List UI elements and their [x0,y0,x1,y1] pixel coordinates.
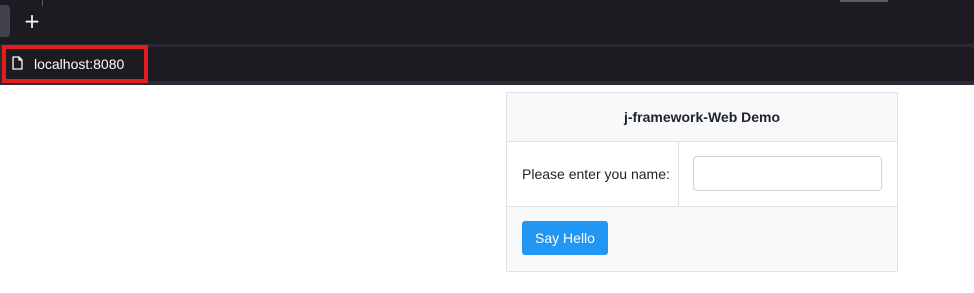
say-hello-button[interactable]: Say Hello [522,221,608,255]
name-input[interactable] [693,156,882,191]
page-title: j-framework-Web Demo [507,93,897,142]
name-label-cell: Please enter you name: [507,142,679,207]
demo-form-table: j-framework-Web Demo Please enter you na… [506,92,898,272]
form-footer: Say Hello [507,207,897,271]
navigation-bar [0,44,974,85]
tab-separator [42,0,43,6]
page-icon [12,56,23,70]
tab-strip: + [0,0,974,44]
name-input-cell [679,142,897,207]
url-text[interactable]: localhost:8080 [34,55,124,73]
browser-tab[interactable] [0,5,10,37]
tab-indicator [840,0,888,2]
new-tab-button[interactable]: + [20,9,44,33]
url-bar[interactable] [6,47,974,81]
name-label: Please enter you name: [522,166,670,182]
